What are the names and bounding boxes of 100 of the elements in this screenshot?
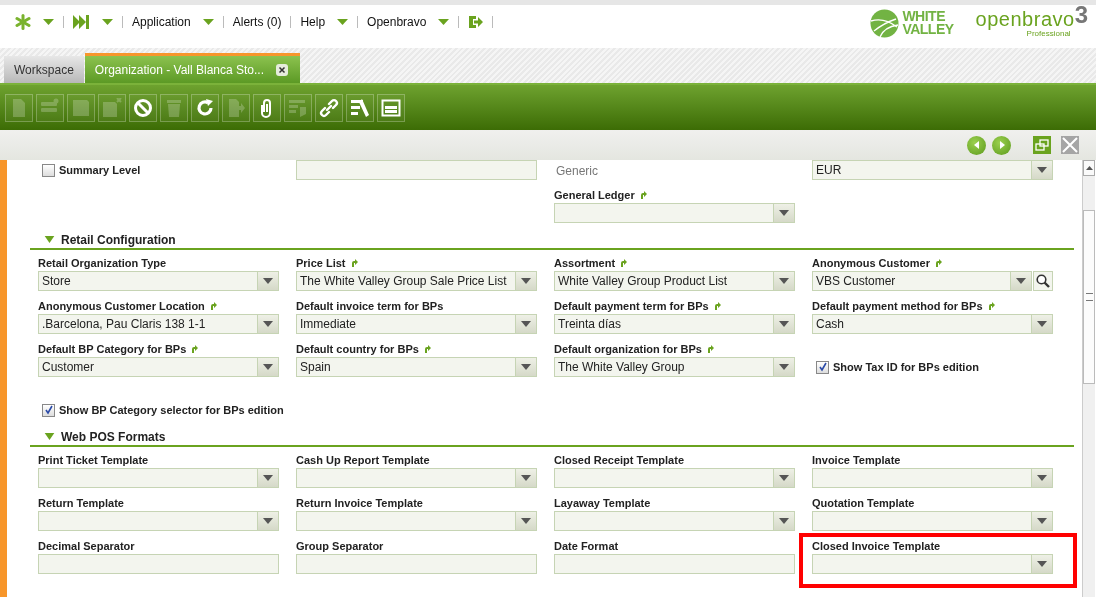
checkbox[interactable] xyxy=(42,403,55,417)
link-arrow-icon[interactable] xyxy=(639,191,647,199)
caret-icon[interactable] xyxy=(102,18,113,25)
dropdown-button[interactable] xyxy=(773,272,794,290)
text-field[interactable] xyxy=(38,554,279,574)
field-label: Print Ticket Template xyxy=(38,454,149,466)
select-field[interactable] xyxy=(296,511,537,531)
select-field[interactable] xyxy=(38,511,279,531)
refresh-button[interactable] xyxy=(191,93,219,122)
menu-item[interactable]: Alerts (0) xyxy=(232,14,282,29)
link-arrow-icon[interactable] xyxy=(423,345,431,353)
link-arrow-icon[interactable] xyxy=(209,302,217,310)
link-arrow-icon[interactable] xyxy=(934,259,942,267)
dropdown-button[interactable] xyxy=(773,469,794,487)
dropdown-button[interactable] xyxy=(515,512,536,530)
select-field[interactable]: Treinta días xyxy=(554,314,795,334)
select-field[interactable]: Spain xyxy=(296,357,537,377)
attach-button[interactable] xyxy=(253,93,281,122)
scrollbar[interactable] xyxy=(1082,160,1095,597)
section-title[interactable]: Web POS Formats xyxy=(61,429,166,444)
exit-icon[interactable] xyxy=(468,14,484,29)
select-field[interactable]: Customer xyxy=(38,357,279,377)
maximize-button[interactable] xyxy=(1033,136,1051,154)
dropdown-button[interactable] xyxy=(515,272,536,290)
link-arrow-icon[interactable] xyxy=(620,259,628,267)
menu-item[interactable]: Openbravo xyxy=(367,14,427,29)
select-field[interactable]: White Valley Group Product List xyxy=(554,271,795,291)
select-field[interactable]: VBS Customer xyxy=(812,271,1032,291)
dropdown-button[interactable] xyxy=(1031,161,1052,179)
select-field[interactable]: The White Valley Group Sale Price List xyxy=(296,271,537,291)
up-arrow-icon[interactable] xyxy=(1085,166,1093,170)
select-field[interactable]: .Barcelona, Pau Claris 138 1-1 xyxy=(38,314,279,334)
caret-icon xyxy=(779,210,789,216)
select-field[interactable] xyxy=(554,468,795,488)
checkbox[interactable] xyxy=(42,163,55,177)
link-button[interactable] xyxy=(315,93,343,122)
select-field[interactable] xyxy=(812,468,1053,488)
caret-icon xyxy=(521,278,531,284)
caret-icon[interactable] xyxy=(438,18,450,25)
field-label: Anonymous Customer Location xyxy=(38,300,205,312)
caret-icon[interactable] xyxy=(43,18,54,25)
dropdown-button[interactable] xyxy=(515,358,536,376)
previous-button[interactable] xyxy=(967,135,986,155)
search-button[interactable] xyxy=(1033,271,1053,291)
select-field[interactable] xyxy=(812,511,1053,531)
field-label: Closed Receipt Template xyxy=(554,454,684,466)
dropdown-button[interactable] xyxy=(773,358,794,376)
dropdown-button[interactable] xyxy=(1010,272,1031,290)
checkbox[interactable] xyxy=(816,360,829,374)
text-field[interactable] xyxy=(296,160,537,180)
collapse-arrow-icon[interactable] xyxy=(44,433,55,440)
select-field[interactable]: Immediate xyxy=(296,314,537,334)
select-field[interactable] xyxy=(812,554,1053,574)
dropdown-button[interactable] xyxy=(257,512,278,530)
caret-icon[interactable] xyxy=(202,18,214,25)
caret-icon[interactable] xyxy=(337,18,349,25)
select-field[interactable] xyxy=(38,468,279,488)
dropdown-button[interactable] xyxy=(1031,555,1052,573)
dropdown-button[interactable] xyxy=(257,272,278,290)
close-icon[interactable] xyxy=(276,63,288,76)
undo-button[interactable] xyxy=(129,93,157,122)
text-field[interactable] xyxy=(554,554,795,574)
dropdown-button[interactable] xyxy=(773,315,794,333)
dropdown-button[interactable] xyxy=(1031,512,1052,530)
caret-icon xyxy=(521,475,531,481)
fast-forward-icon[interactable] xyxy=(73,14,90,29)
menu-item[interactable]: Help xyxy=(300,14,326,29)
select-field[interactable] xyxy=(296,468,537,488)
dropdown-button[interactable] xyxy=(257,315,278,333)
dropdown-button[interactable] xyxy=(257,469,278,487)
dropdown-button[interactable] xyxy=(515,469,536,487)
menu-item[interactable]: Application xyxy=(132,14,191,29)
dropdown-button[interactable] xyxy=(773,512,794,530)
link-arrow-icon[interactable] xyxy=(350,259,358,267)
text-field[interactable] xyxy=(296,554,537,574)
dropdown-button[interactable] xyxy=(1031,469,1052,487)
tools-button[interactable] xyxy=(346,93,374,122)
select-field[interactable] xyxy=(554,511,795,531)
link-arrow-icon[interactable] xyxy=(987,302,995,310)
select-field[interactable]: Cash xyxy=(812,314,1053,334)
close-button[interactable] xyxy=(1061,136,1079,154)
select-field[interactable]: EUR xyxy=(812,160,1053,180)
collapse-arrow-icon[interactable] xyxy=(44,236,55,243)
tab[interactable]: Workspace xyxy=(4,56,84,83)
select-field[interactable]: Store xyxy=(38,271,279,291)
link-arrow-icon[interactable] xyxy=(191,345,199,353)
asterisk-icon[interactable] xyxy=(15,13,31,30)
select-field[interactable] xyxy=(554,203,795,223)
select-field[interactable]: The White Valley Group xyxy=(554,357,795,377)
next-button[interactable] xyxy=(992,135,1011,155)
refresh-icon xyxy=(195,97,215,118)
link-arrow-icon[interactable] xyxy=(713,302,721,310)
edition-label: Professional xyxy=(1026,28,1071,38)
dropdown-button[interactable] xyxy=(515,315,536,333)
link-arrow-icon[interactable] xyxy=(706,345,714,353)
section-title[interactable]: Retail Configuration xyxy=(61,232,176,247)
dropdown-button[interactable] xyxy=(1031,315,1052,333)
dropdown-button[interactable] xyxy=(257,358,278,376)
dropdown-button[interactable] xyxy=(773,204,794,222)
layout-button[interactable] xyxy=(377,93,405,122)
